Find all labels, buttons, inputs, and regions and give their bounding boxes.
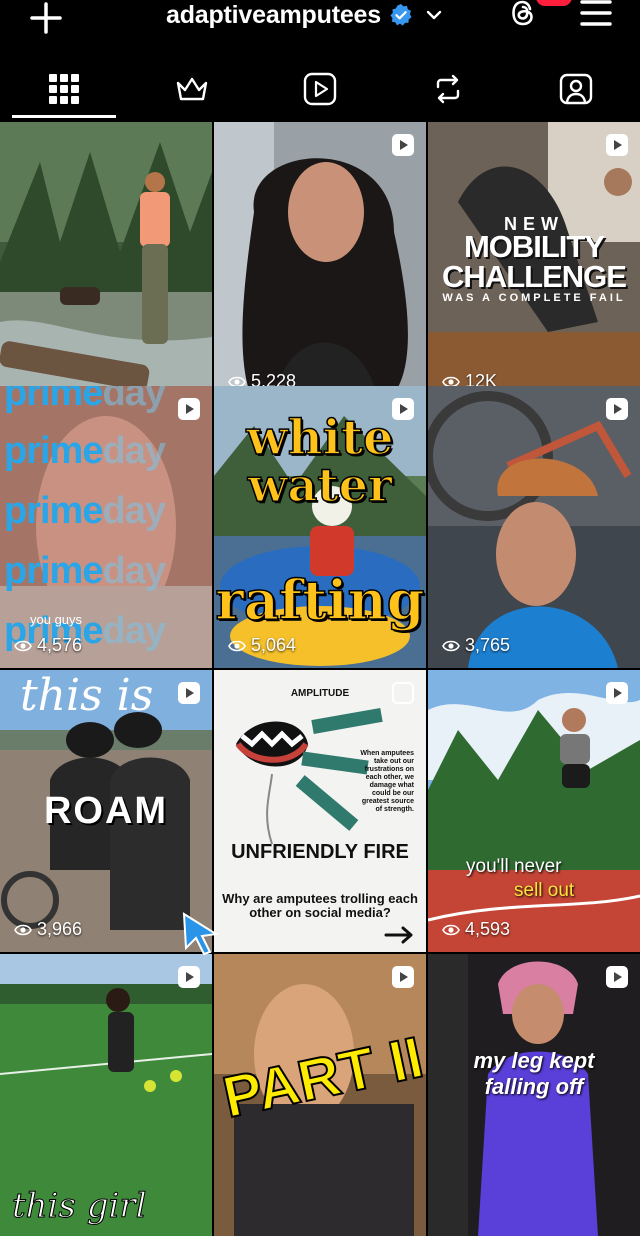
hamburger-menu-icon[interactable] — [578, 0, 614, 30]
post-caption: MOBILITY CHALLENGE — [442, 229, 627, 294]
post-tile[interactable]: primeday primeday primeday primeday prim… — [0, 386, 212, 668]
account-switcher[interactable]: adaptiveamputees — [166, 0, 443, 30]
post-caption: you'll never — [466, 856, 562, 877]
post-caption: primeday — [4, 430, 166, 472]
reel-icon — [604, 964, 630, 990]
view-count-label: 3,765 — [465, 635, 511, 655]
post-caption: my leg kept falling off — [473, 1048, 595, 1099]
view-count-label: 4,576 — [37, 635, 83, 655]
tab-posts[interactable] — [0, 60, 128, 118]
carousel-icon — [390, 680, 416, 706]
post-caption: this is — [20, 670, 154, 721]
post-caption: When amputees take out our frustrations … — [360, 750, 414, 813]
chevron-down-icon[interactable] — [425, 6, 443, 24]
reel-icon — [390, 132, 416, 158]
profile-header: adaptiveamputees — [0, 0, 640, 50]
post-tile[interactable]: 3,765 — [428, 386, 640, 668]
mouse-cursor-icon — [182, 912, 219, 956]
tab-reels[interactable] — [256, 60, 384, 118]
posts-grid: 5,228 NEW MOBILITY CHALLENGE WAS A COMPL… — [0, 122, 640, 1236]
post-image: AMPLITUDE When amputees take out our fru… — [214, 670, 426, 952]
reel-icon — [176, 680, 202, 706]
post-tile[interactable]: PART II — [214, 954, 426, 1236]
post-caption: primeday — [4, 490, 166, 532]
tagged-icon — [559, 73, 593, 105]
eye-icon — [14, 640, 32, 651]
reel-icon — [604, 132, 630, 158]
view-count: 4,593 — [442, 919, 510, 940]
post-tile[interactable] — [0, 122, 212, 404]
post-image — [214, 122, 426, 404]
view-count: 3,966 — [14, 919, 82, 940]
post-caption: sell out — [514, 880, 575, 901]
post-caption: primeday — [4, 386, 166, 414]
post-image — [428, 386, 640, 668]
reel-icon — [176, 964, 202, 990]
eye-icon — [228, 640, 246, 651]
tab-reposts[interactable] — [384, 60, 512, 118]
post-tile[interactable]: white water rafting 5,064 — [214, 386, 426, 668]
post-tile[interactable]: 5,228 — [214, 122, 426, 404]
post-caption: UNFRIENDLY FIRE — [231, 841, 409, 863]
post-caption: ROAM — [43, 790, 169, 832]
tab-subscriptions[interactable] — [128, 60, 256, 118]
post-tile[interactable]: this girl — [0, 954, 212, 1236]
notification-badge — [536, 0, 572, 6]
reel-icon — [390, 964, 416, 990]
grid-icon — [49, 74, 79, 104]
post-tile[interactable]: AMPLITUDE When amputees take out our fru… — [214, 670, 426, 952]
view-count: 4,576 — [14, 635, 82, 656]
post-tile[interactable]: my leg kept falling off — [428, 954, 640, 1236]
eye-icon — [442, 924, 460, 935]
view-count-label: 3,966 — [37, 919, 83, 939]
eye-icon — [442, 640, 460, 651]
arrow-right-icon — [384, 926, 413, 944]
plus-icon[interactable] — [26, 0, 66, 38]
post-caption: you guys — [30, 612, 83, 627]
repost-icon — [436, 74, 460, 104]
post-caption: primeday — [4, 550, 166, 592]
view-count: 3,765 — [442, 635, 510, 656]
post-image — [0, 122, 212, 404]
profile-tabs — [0, 60, 640, 122]
post-caption: WAS A COMPLETE FAIL — [442, 292, 626, 304]
post-caption: Why are amputees trolling each other on … — [222, 891, 418, 920]
post-caption: this girl — [11, 1186, 147, 1227]
post-tile[interactable]: NEW MOBILITY CHALLENGE WAS A COMPLETE FA… — [428, 122, 640, 404]
post-caption: rafting — [215, 567, 426, 633]
post-tile[interactable]: you'll never sell out 4,593 — [428, 670, 640, 952]
post-caption: water — [247, 457, 393, 513]
active-tab-indicator — [12, 115, 116, 118]
eye-icon — [14, 924, 32, 935]
view-count-label: 4,593 — [465, 919, 511, 939]
tab-tagged[interactable] — [512, 60, 640, 118]
threads-icon[interactable] — [506, 0, 540, 30]
post-image — [428, 670, 640, 952]
reel-icon — [604, 396, 630, 422]
reel-icon — [176, 396, 202, 422]
crown-icon — [176, 77, 208, 101]
reel-icon — [604, 680, 630, 706]
view-count: 5,064 — [228, 635, 296, 656]
username: adaptiveamputees — [166, 1, 381, 29]
view-count-label: 5,064 — [251, 635, 297, 655]
verified-badge-icon — [390, 4, 412, 26]
reels-icon — [303, 72, 337, 106]
